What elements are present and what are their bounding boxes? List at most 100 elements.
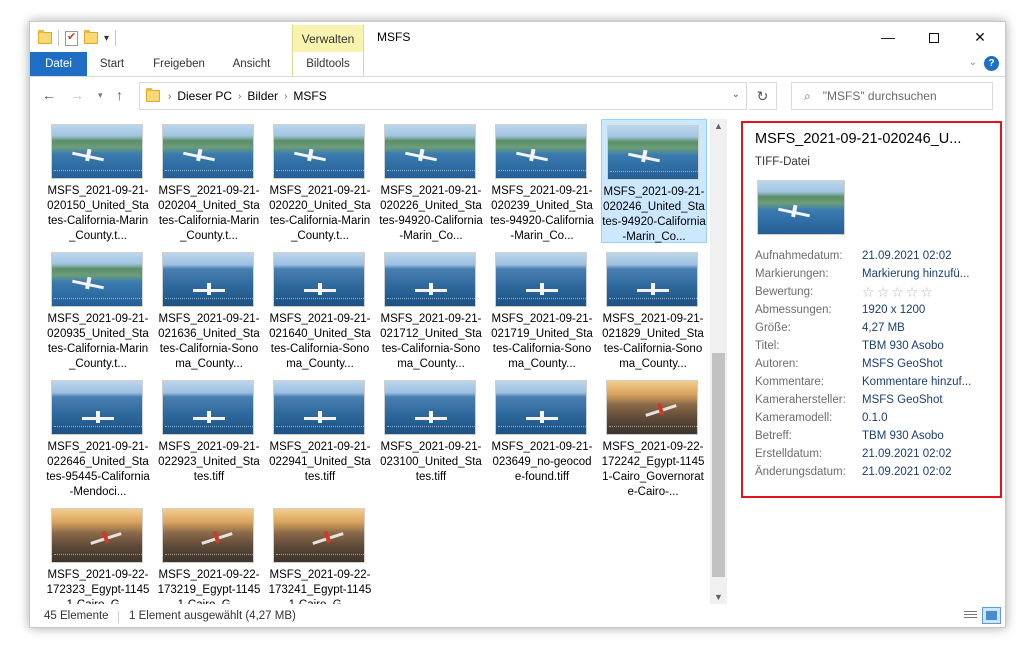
breadcrumb-chevron-icon[interactable]: › xyxy=(238,91,241,102)
star-icon[interactable]: ☆ xyxy=(906,284,919,300)
file-tile[interactable]: MSFS_2021-09-21-020204_United_States-Cal… xyxy=(157,119,263,243)
hud-overlay xyxy=(54,426,142,432)
file-tile[interactable]: MSFS_2021-09-21-020226_United_States-949… xyxy=(379,119,485,243)
property-row: Größe: 4,27 MB xyxy=(755,319,999,337)
back-arrow-icon[interactable]: ← xyxy=(42,87,56,103)
property-row: Kommentare: Kommentare hinzuf... xyxy=(755,373,999,391)
expand-ribbon-icon[interactable]: ⌄ xyxy=(969,57,977,68)
rating-stars[interactable]: ☆ ☆ ☆ ☆ ☆ xyxy=(862,284,935,301)
property-row: Markierungen: Markierung hinzufü... xyxy=(755,265,999,283)
star-icon[interactable]: ☆ xyxy=(877,284,890,300)
file-tile[interactable]: MSFS_2021-09-21-021636_United_States-Cal… xyxy=(157,247,263,371)
large-icons-view-icon[interactable] xyxy=(982,607,1001,624)
file-tile[interactable]: MSFS_2021-09-21-021640_United_States-Cal… xyxy=(268,247,374,371)
property-value[interactable]: Kommentare hinzuf... xyxy=(862,376,971,388)
property-row: Autoren: MSFS GeoShot xyxy=(755,355,999,373)
customize-qat-icon[interactable]: ▾ xyxy=(104,33,109,44)
file-tile[interactable]: MSFS_2021-09-21-021712_United_States-Cal… xyxy=(379,247,485,371)
plane-icon xyxy=(415,283,447,295)
forward-arrow-icon[interactable]: → xyxy=(70,87,84,103)
file-tile[interactable]: MSFS_2021-09-21-020239_United_States-949… xyxy=(490,119,596,243)
file-tile[interactable]: MSFS_2021-09-21-022646_United_States-954… xyxy=(46,375,152,499)
property-label: Markierungen: xyxy=(755,268,829,280)
file-name: MSFS_2021-09-21-020226_United_States-949… xyxy=(379,185,483,242)
property-row: Betreff: TBM 930 Asobo xyxy=(755,427,999,445)
property-value: MSFS GeoShot xyxy=(862,394,943,406)
file-tile[interactable]: MSFS_2021-09-21-021719_United_States-Cal… xyxy=(490,247,596,371)
file-tile[interactable]: MSFS_2021-09-21-023649_no-geocode-found.… xyxy=(490,375,596,499)
scroll-up-icon[interactable]: ▲ xyxy=(710,121,727,131)
hud-overlay xyxy=(498,170,586,176)
tab-view[interactable]: Ansicht xyxy=(224,52,279,76)
breadcrumb-chevron-icon[interactable]: › xyxy=(168,91,171,102)
plane-icon xyxy=(778,207,810,218)
property-value: 21.09.2021 02:02 xyxy=(862,448,952,460)
file-name: MSFS_2021-09-21-021829_United_States-Cal… xyxy=(602,313,704,370)
recent-locations-icon[interactable]: ▾ xyxy=(98,90,103,101)
file-thumbnail xyxy=(162,124,254,179)
file-tile[interactable]: MSFS_2021-09-21-022923_United_States.tif… xyxy=(157,375,263,499)
breadcrumb-msfs[interactable]: MSFS xyxy=(293,89,326,103)
file-tile[interactable]: MSFS_2021-09-21-020935_United_States-Cal… xyxy=(46,247,152,371)
plane-icon xyxy=(526,283,558,295)
address-bar[interactable]: › Dieser PC › Bilder › MSFS ⌄ xyxy=(139,82,747,110)
file-tile[interactable]: MSFS_2021-09-21-022941_United_States.tif… xyxy=(268,375,374,499)
property-row: Änderungsdatum: 21.09.2021 02:02 xyxy=(755,463,999,481)
qat-separator xyxy=(115,30,117,46)
file-tile[interactable]: MSFS_2021-09-22-172242_Egypt-11451-Cairo… xyxy=(601,375,707,499)
tab-start[interactable]: Start xyxy=(87,52,137,76)
star-icon[interactable]: ☆ xyxy=(891,284,904,300)
breadcrumb-this-pc[interactable]: Dieser PC xyxy=(177,89,232,103)
star-icon[interactable]: ☆ xyxy=(920,284,933,300)
scroll-down-icon[interactable]: ▼ xyxy=(710,592,727,602)
file-tile[interactable]: MSFS_2021-09-21-021829_United_States-Cal… xyxy=(601,247,707,371)
file-tile[interactable]: MSFS_2021-09-22-172323_Egypt-11451-Cairo… xyxy=(46,503,152,604)
file-tile[interactable]: MSFS_2021-09-21-020246_United_States-949… xyxy=(601,119,707,243)
hud-overlay xyxy=(165,426,253,432)
property-row: Bewertung: ☆ ☆ ☆ ☆ ☆ xyxy=(755,283,999,301)
breadcrumb-chevron-icon[interactable]: › xyxy=(284,91,287,102)
details-preview-image xyxy=(757,180,845,235)
details-file-type: TIFF-Datei xyxy=(755,156,810,168)
tab-share[interactable]: Freigeben xyxy=(143,52,215,76)
file-thumbnail xyxy=(51,380,143,435)
file-tile[interactable]: MSFS_2021-09-22-173219_Egypt-11451-Cairo… xyxy=(157,503,263,604)
hud-overlay xyxy=(498,426,586,432)
new-folder-icon[interactable] xyxy=(84,30,98,44)
file-name: MSFS_2021-09-22-172242_Egypt-11451-Cairo… xyxy=(601,441,705,498)
file-thumbnail xyxy=(495,252,587,307)
address-dropdown-icon[interactable]: ⌄ xyxy=(732,89,740,100)
file-tile[interactable]: MSFS_2021-09-21-023100_United_States.tif… xyxy=(379,375,485,499)
maximize-button[interactable] xyxy=(911,22,957,52)
close-button[interactable]: ✕ xyxy=(957,22,1003,52)
navigation-bar: ← → ▾ ↑ › Dieser PC › Bilder › MSFS ⌄ ↻ … xyxy=(30,78,1005,116)
property-row: Erstelldatum: 21.09.2021 02:02 xyxy=(755,445,999,463)
file-tile[interactable]: MSFS_2021-09-22-173241_Egypt-11451-Cairo… xyxy=(268,503,374,604)
help-icon[interactable]: ? xyxy=(984,56,999,71)
property-label: Kommentare: xyxy=(755,376,825,388)
plane-icon xyxy=(72,151,104,162)
file-tile[interactable]: MSFS_2021-09-21-020150_United_States-Cal… xyxy=(46,119,152,243)
vertical-scrollbar[interactable]: ▲ ▼ xyxy=(710,119,727,604)
file-thumbnail xyxy=(162,380,254,435)
tab-file[interactable]: Datei xyxy=(30,52,87,76)
tab-picture-tools[interactable]: Bildtools xyxy=(292,52,364,76)
manage-context-tab[interactable]: Verwalten xyxy=(292,25,364,53)
property-label: Änderungsdatum: xyxy=(755,466,846,478)
star-icon[interactable]: ☆ xyxy=(862,284,875,300)
property-label: Kameramodell: xyxy=(755,412,833,424)
minimize-button[interactable]: — xyxy=(865,22,911,52)
search-input[interactable]: ⌕ "MSFS" durchsuchen xyxy=(791,82,993,110)
property-value: MSFS GeoShot xyxy=(862,358,943,370)
scrollbar-thumb[interactable] xyxy=(712,353,725,577)
properties-icon[interactable] xyxy=(65,30,78,46)
refresh-button[interactable]: ↻ xyxy=(749,82,777,110)
property-value[interactable]: Markierung hinzufü... xyxy=(862,268,969,280)
up-arrow-icon[interactable]: ↑ xyxy=(116,87,123,103)
details-view-icon[interactable] xyxy=(962,608,979,623)
file-name: MSFS_2021-09-21-023649_no-geocode-found.… xyxy=(491,441,593,483)
hud-overlay xyxy=(54,554,142,560)
breadcrumb-pictures[interactable]: Bilder xyxy=(247,89,278,103)
hud-overlay xyxy=(276,554,364,560)
file-tile[interactable]: MSFS_2021-09-21-020220_United_States-Cal… xyxy=(268,119,374,243)
